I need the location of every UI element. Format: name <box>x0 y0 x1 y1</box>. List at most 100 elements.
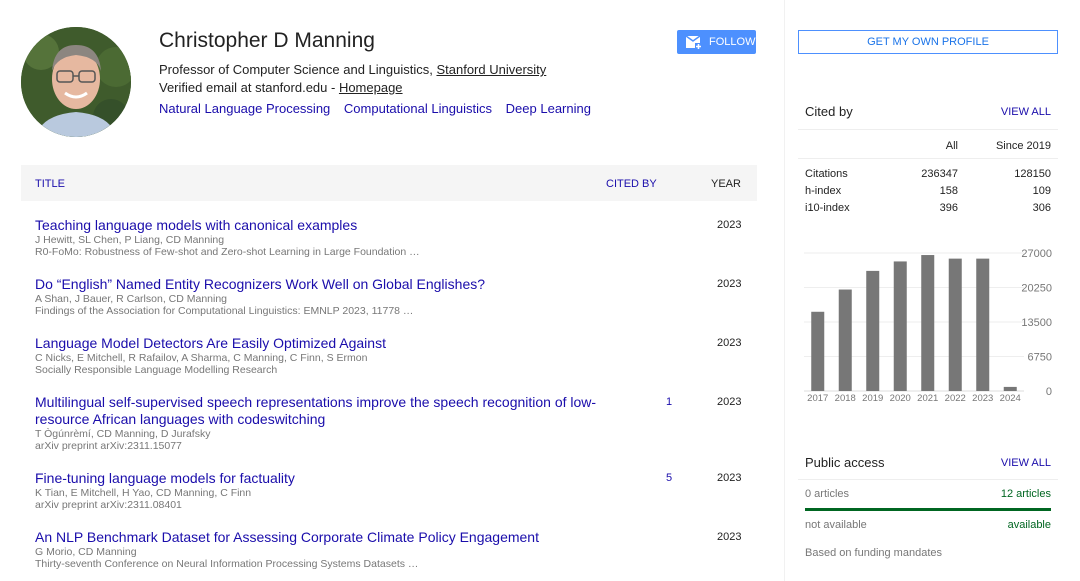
article-title[interactable]: Fine-tuning language models for factuali… <box>35 470 605 487</box>
article-cited-by[interactable]: 5 <box>666 472 672 484</box>
article-authors: C Nicks, E Mitchell, R Rafailov, A Sharm… <box>35 352 368 364</box>
public-access-heading: Public access <box>805 455 885 470</box>
article-title[interactable]: Teaching language models with canonical … <box>35 217 605 234</box>
funding-mandates-note: Based on funding mandates <box>805 547 942 559</box>
x-tick-label: 2022 <box>945 393 966 404</box>
metric-label: Citations <box>805 167 848 180</box>
bar-2022 <box>948 258 962 391</box>
x-tick-label: 2024 <box>1000 393 1021 404</box>
article-title[interactable]: An NLP Benchmark Dataset for Assessing C… <box>35 529 605 546</box>
email-text: Verified email at stanford.edu - <box>159 80 339 95</box>
article-title[interactable]: Language Model Detectors Are Easily Opti… <box>35 335 605 352</box>
article-venue: arXiv preprint arXiv:2311.08401 <box>35 499 182 511</box>
affiliation-link[interactable]: Stanford University <box>436 62 546 77</box>
x-tick-label: 2017 <box>807 393 828 404</box>
metric-since: 128150 <box>1014 167 1051 180</box>
research-interests: Natural Language Processing Computationa… <box>159 101 601 116</box>
metric-since: 109 <box>1032 184 1051 197</box>
article-title[interactable]: Do “English” Named Entity Recognizers Wo… <box>35 276 605 293</box>
metric-all: 236347 <box>921 167 958 180</box>
sort-by-title[interactable]: TITLE <box>35 178 65 190</box>
metric-label: h-index <box>805 184 842 197</box>
sidebar-divider <box>784 0 785 581</box>
metric-all: 396 <box>939 201 958 214</box>
get-my-own-profile-button[interactable]: GET MY OWN PROFILE <box>798 30 1058 54</box>
stats-row: Citations 236347 128150 <box>805 165 1051 182</box>
table-row: An NLP Benchmark Dataset for Assessing C… <box>21 513 757 572</box>
article-venue: Findings of the Association for Computat… <box>35 305 414 317</box>
not-available-count: 0 articles <box>805 488 850 500</box>
article-authors: J Hewitt, SL Chen, P Liang, CD Manning <box>35 234 225 246</box>
bar-2024 <box>1003 386 1017 391</box>
y-tick-label: 20250 <box>1021 283 1052 295</box>
avatar <box>21 27 131 137</box>
cited-by-heading: Cited by <box>805 104 853 119</box>
interest-link[interactable]: Natural Language Processing <box>159 101 330 116</box>
table-row: Fine-tuning language models for factuali… <box>21 454 757 513</box>
x-tick-label: 2021 <box>917 393 938 404</box>
affiliation-text: Professor of Computer Science and Lingui… <box>159 62 437 77</box>
articles-table-header: TITLE CITED BY YEAR <box>21 165 757 201</box>
x-tick-label: 2018 <box>835 393 856 404</box>
homepage-link[interactable]: Homepage <box>339 80 403 95</box>
divider <box>798 479 1058 480</box>
interest-link[interactable]: Computational Linguistics <box>344 101 492 116</box>
table-row: Teaching language models with canonical … <box>21 201 757 260</box>
profile-name: Christopher D Manning <box>159 29 375 52</box>
article-venue: arXiv preprint arXiv:2311.15077 <box>35 440 182 452</box>
profile-email: Verified email at stanford.edu - Homepag… <box>159 80 403 95</box>
y-tick-label: 6750 <box>1028 352 1052 364</box>
sort-by-year[interactable]: YEAR <box>711 178 741 190</box>
bar-2021 <box>921 255 935 391</box>
mail-plus-icon <box>685 35 701 49</box>
y-tick-label: 27000 <box>1021 248 1052 260</box>
stats-header-row: All Since 2019 <box>805 137 1051 154</box>
article-year: 2023 <box>717 531 742 543</box>
table-row: Multilingual self-supervised speech repr… <box>21 378 757 454</box>
article-authors: T Ògúnrèmí, CD Manning, D Jurafsky <box>35 428 211 440</box>
col-since: Since 2019 <box>995 139 1051 152</box>
metric-since: 306 <box>1032 201 1051 214</box>
interest-link[interactable]: Deep Learning <box>506 101 591 116</box>
public-access-note-row: Based on funding mandates <box>805 547 1051 559</box>
follow-button[interactable]: FOLLOW <box>677 30 756 54</box>
articles-list: Teaching language models with canonical … <box>21 201 757 572</box>
x-tick-label: 2020 <box>890 393 911 404</box>
not-available-label: not available <box>805 519 867 531</box>
follow-label: FOLLOW <box>709 36 756 48</box>
y-tick-label: 0 <box>1046 386 1052 398</box>
article-venue: Thirty-seventh Conference on Neural Info… <box>35 558 419 570</box>
article-venue: R0-FoMo: Robustness of Few-shot and Zero… <box>35 246 420 258</box>
bar-2017 <box>811 311 825 391</box>
available-label: available <box>1007 519 1051 531</box>
table-row: Language Model Detectors Are Easily Opti… <box>21 319 757 378</box>
stats-row: i10-index 396 306 <box>805 199 1051 216</box>
table-row: Do “English” Named Entity Recognizers Wo… <box>21 260 757 319</box>
col-all: All <box>945 139 958 152</box>
available-count: 12 articles <box>1000 488 1051 500</box>
article-cited-by[interactable]: 1 <box>666 396 672 408</box>
public-access-view-all[interactable]: VIEW ALL <box>1001 457 1051 469</box>
public-access-bar-fill <box>805 508 1051 511</box>
article-year: 2023 <box>717 396 742 408</box>
cited-by-view-all[interactable]: VIEW ALL <box>1001 106 1051 118</box>
bar-2019 <box>866 270 880 391</box>
profile-affiliation: Professor of Computer Science and Lingui… <box>159 62 546 77</box>
public-access-status: not available available <box>805 519 1051 531</box>
article-year: 2023 <box>717 278 742 290</box>
chart-svg: 0 6750 13500 20250 27000 2017 2018 2019 2020 2021… <box>804 248 1052 404</box>
bar-2018 <box>838 289 852 391</box>
sort-by-cited[interactable]: CITED BY <box>606 178 657 190</box>
article-authors: K Tian, E Mitchell, H Yao, CD Manning, C… <box>35 487 252 499</box>
bar-2023 <box>976 258 990 391</box>
article-year: 2023 <box>717 219 742 231</box>
article-year: 2023 <box>717 472 742 484</box>
bar-2020 <box>893 261 907 391</box>
article-authors: A Shan, J Bauer, R Carlson, CD Manning <box>35 293 228 305</box>
article-venue: Socially Responsible Language Modelling … <box>35 364 278 376</box>
y-tick-label: 13500 <box>1021 317 1052 329</box>
stats-row: h-index 158 109 <box>805 182 1051 199</box>
x-tick-label: 2019 <box>862 393 883 404</box>
article-title[interactable]: Multilingual self-supervised speech repr… <box>35 394 605 428</box>
public-access-bar <box>805 508 1051 511</box>
